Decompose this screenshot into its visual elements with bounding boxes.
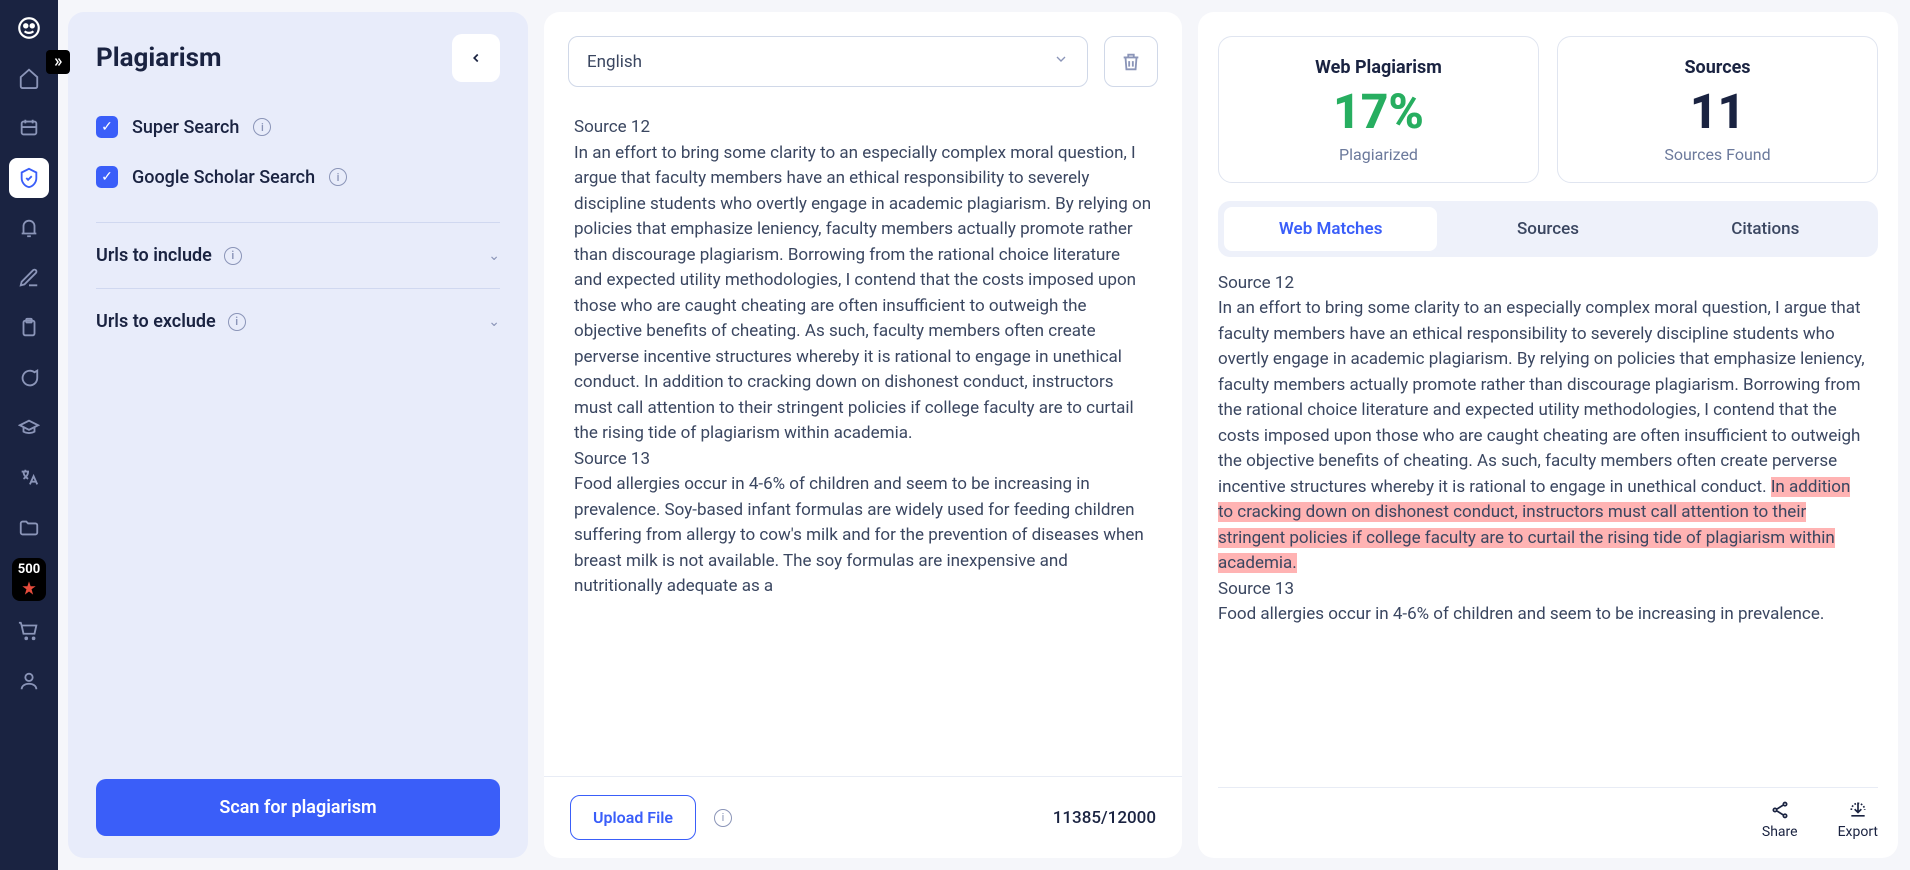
share-button[interactable]: Share	[1762, 800, 1798, 840]
results-panel: Web Plagiarism 17% Plagiarized Sources 1…	[1198, 12, 1898, 858]
result-source-text: In an effort to bring some clarity to an…	[1218, 296, 1868, 577]
main-area: Plagiarism ✓ Super Search i ✓ Google Sch…	[58, 0, 1910, 870]
panel-title: Plagiarism	[96, 43, 221, 73]
result-source-label: Source 13	[1218, 577, 1868, 603]
credits-value: 500	[18, 562, 40, 577]
sources-stat: Sources 11 Sources Found	[1557, 36, 1878, 183]
stat-title: Web Plagiarism	[1229, 57, 1528, 78]
source-text: Food allergies occur in 4-6% of children…	[574, 472, 1152, 600]
nav-cart-icon[interactable]	[9, 611, 49, 651]
info-icon[interactable]: i	[253, 118, 271, 136]
character-count: 11385/12000	[1053, 808, 1156, 828]
tab-sources[interactable]: Sources	[1441, 207, 1654, 251]
scholar-search-checkbox[interactable]: ✓	[96, 166, 118, 188]
nav-plagiarism-icon[interactable]	[9, 158, 49, 198]
upload-file-button[interactable]: Upload File	[570, 795, 696, 840]
info-icon[interactable]: i	[224, 247, 242, 265]
nav-clipboard-icon[interactable]	[9, 308, 49, 348]
nav-folder-icon[interactable]	[9, 508, 49, 548]
nav-education-icon[interactable]	[9, 408, 49, 448]
urls-include-label: Urls to include	[96, 245, 212, 266]
super-search-label: Super Search	[132, 117, 239, 138]
settings-panel: Plagiarism ✓ Super Search i ✓ Google Sch…	[68, 12, 528, 858]
urls-exclude-row[interactable]: Urls to exclude i ⌄	[68, 289, 528, 354]
nav-translate-icon[interactable]	[9, 458, 49, 498]
stat-sub: Sources Found	[1568, 145, 1867, 164]
export-button[interactable]: Export	[1838, 800, 1878, 840]
editor-text[interactable]: Source 12 In an effort to bring some cla…	[544, 105, 1182, 776]
chevron-down-icon: ⌄	[488, 314, 500, 330]
result-source-text: Food allergies occur in 4-6% of children…	[1218, 602, 1868, 628]
result-source-label: Source 12	[1218, 271, 1868, 297]
stat-value: 17%	[1229, 86, 1528, 139]
export-label: Export	[1838, 824, 1878, 840]
nav-account-icon[interactable]	[9, 661, 49, 701]
info-icon[interactable]: i	[329, 168, 347, 186]
nav-credits-badge[interactable]: 500	[12, 558, 46, 601]
nav-home-icon[interactable]	[9, 58, 49, 98]
credits-icon	[20, 579, 38, 597]
language-select[interactable]: English	[568, 36, 1088, 87]
tab-web-matches[interactable]: Web Matches	[1224, 207, 1437, 251]
source-label: Source 12	[574, 115, 1152, 141]
results-content[interactable]: Source 12 In an effort to bring some cla…	[1218, 271, 1878, 787]
super-search-checkbox[interactable]: ✓	[96, 116, 118, 138]
back-button[interactable]	[452, 34, 500, 82]
editor-panel: English Source 12 In an effort to bring …	[544, 12, 1182, 858]
chevron-down-icon: ⌄	[488, 248, 500, 264]
urls-exclude-label: Urls to exclude	[96, 311, 216, 332]
nav-edit-icon[interactable]	[9, 258, 49, 298]
nav-rail: 500	[0, 0, 58, 870]
expand-sidebar-button[interactable]	[46, 50, 70, 74]
logo-icon[interactable]	[9, 8, 49, 48]
scholar-search-option: ✓ Google Scholar Search i	[96, 152, 500, 202]
scan-button[interactable]: Scan for plagiarism	[96, 779, 500, 836]
info-icon[interactable]: i	[228, 313, 246, 331]
urls-include-row[interactable]: Urls to include i ⌄	[68, 223, 528, 288]
results-tabs: Web Matches Sources Citations	[1218, 201, 1878, 257]
nav-alert-icon[interactable]	[9, 208, 49, 248]
stat-sub: Plagiarized	[1229, 145, 1528, 164]
web-plagiarism-stat: Web Plagiarism 17% Plagiarized	[1218, 36, 1539, 183]
nav-chat-icon[interactable]	[9, 358, 49, 398]
share-label: Share	[1762, 824, 1798, 840]
nav-templates-icon[interactable]	[9, 108, 49, 148]
stat-value: 11	[1568, 86, 1867, 139]
source-label: Source 13	[574, 447, 1152, 473]
tab-citations[interactable]: Citations	[1659, 207, 1872, 251]
chevron-down-icon	[1053, 51, 1069, 72]
source-text: In an effort to bring some clarity to an…	[574, 141, 1152, 447]
super-search-option: ✓ Super Search i	[96, 102, 500, 152]
info-icon[interactable]: i	[714, 809, 732, 827]
stat-title: Sources	[1568, 57, 1867, 78]
language-value: English	[587, 52, 642, 72]
clear-button[interactable]	[1104, 36, 1158, 87]
scholar-search-label: Google Scholar Search	[132, 167, 315, 188]
